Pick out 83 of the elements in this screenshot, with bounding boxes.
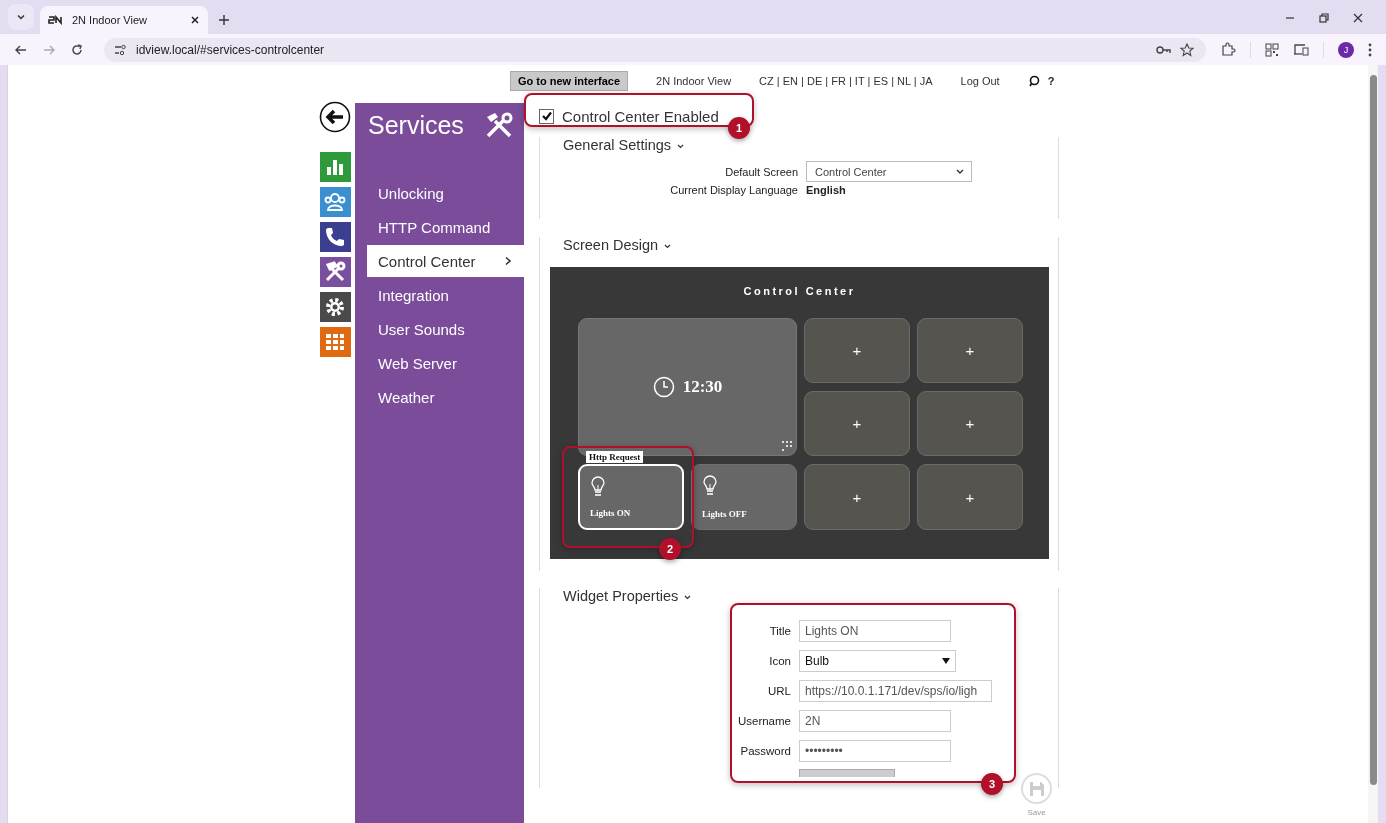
sidebar-item[interactable]: User Sounds xyxy=(355,313,524,345)
field-label: Password xyxy=(739,745,791,757)
section-heading[interactable]: General Settings xyxy=(563,137,671,153)
logout-link[interactable]: Log Out xyxy=(960,75,1000,87)
tab-title: 2N Indoor View xyxy=(72,14,148,26)
checkbox[interactable] xyxy=(539,108,554,124)
clock-time: 12:30 xyxy=(682,377,723,397)
bookmark-star-icon[interactable] xyxy=(1180,42,1194,57)
browser-tab[interactable]: 2N Indoor View xyxy=(40,6,208,34)
sidebar-title: Services xyxy=(368,110,464,140)
chart-icon[interactable] xyxy=(319,152,351,182)
chevron-down-icon xyxy=(16,12,26,22)
new-tab-icon[interactable] xyxy=(218,14,230,26)
enable-checkbox[interactable]: Control Center Enabled xyxy=(539,105,719,127)
resize-handle-icon[interactable] xyxy=(781,440,793,452)
gear-icon[interactable] xyxy=(319,292,351,322)
input-field[interactable]: 2N xyxy=(799,710,951,732)
sidebar-item[interactable]: Weather xyxy=(355,381,524,413)
sidebar-item[interactable]: Integration xyxy=(355,279,524,311)
close-icon[interactable] xyxy=(190,15,200,25)
tools-icon xyxy=(484,111,514,139)
users-icon[interactable] xyxy=(319,187,351,217)
profile-avatar[interactable]: J xyxy=(1338,41,1354,58)
widget-type-tag: Http Request xyxy=(586,451,644,463)
light-widget[interactable]: Lights OFF xyxy=(691,464,797,530)
add-widget-slot[interactable]: + xyxy=(804,318,910,383)
section-heading[interactable]: Screen Design xyxy=(563,237,659,253)
field-label: Current Display Language xyxy=(669,184,798,196)
new-interface-button[interactable]: Go to new interface xyxy=(510,71,629,91)
tools-icon[interactable] xyxy=(319,257,351,287)
widget-title: Lights OFF xyxy=(702,509,747,519)
product-link[interactable]: 2N Indoor View xyxy=(656,75,732,87)
field-label: URL xyxy=(767,685,791,697)
add-widget-slot[interactable]: + xyxy=(804,464,910,530)
dropdown-arrow-icon xyxy=(942,658,950,664)
phone-icon[interactable] xyxy=(319,222,351,252)
menu-icon[interactable] xyxy=(1368,42,1372,57)
chevron-down-icon[interactable] xyxy=(684,594,692,600)
field-label: Title xyxy=(768,625,791,637)
language-value: English xyxy=(806,184,846,196)
widget-title: Lights ON xyxy=(590,508,631,518)
sidebar-item[interactable]: Unlocking xyxy=(355,177,524,209)
sidebar-item[interactable]: Web Server xyxy=(355,347,524,379)
icon-select[interactable]: Bulb xyxy=(799,650,956,672)
extensions-icon[interactable] xyxy=(1220,41,1236,58)
input-field[interactable]: Lights ON xyxy=(799,620,951,642)
add-widget-slot[interactable]: + xyxy=(804,391,910,456)
restore-icon[interactable] xyxy=(1318,12,1330,24)
clock-icon xyxy=(652,376,675,398)
key-icon[interactable] xyxy=(1156,43,1172,56)
chevron-down-icon[interactable] xyxy=(664,243,672,249)
chevron-down-icon[interactable] xyxy=(677,143,684,149)
field-label: Default Screen xyxy=(724,165,798,178)
bulb-icon xyxy=(702,475,718,497)
input-field[interactable]: ••••••••• xyxy=(799,740,951,762)
address-bar[interactable]: idview.local/#services-controlcenter xyxy=(104,37,1206,62)
input-field[interactable]: https://10.0.1.171/dev/sps/io/ligh xyxy=(799,680,992,702)
site-settings-icon[interactable] xyxy=(114,42,128,57)
scrollbar[interactable] xyxy=(1368,65,1378,823)
close-icon[interactable] xyxy=(1352,12,1364,24)
add-widget-slot[interactable]: + xyxy=(917,318,1023,383)
field-label: Icon xyxy=(768,655,791,667)
preview-title: Control Center xyxy=(742,284,857,299)
chevron-right-icon xyxy=(504,256,512,266)
sidebar-item[interactable]: Control Center xyxy=(367,245,524,277)
section-heading[interactable]: Widget Properties xyxy=(563,588,679,604)
sidebar-item[interactable]: HTTP Command xyxy=(355,211,524,243)
save-label: Save xyxy=(1027,808,1046,817)
back-icon[interactable] xyxy=(319,101,351,133)
chevron-down-icon xyxy=(955,167,965,176)
default-screen-select[interactable]: Control Center xyxy=(806,161,972,182)
language-links[interactable]: CZ | EN | DE | FR | IT | ES | NL | JA xyxy=(759,75,933,87)
add-widget-slot[interactable]: + xyxy=(917,464,1023,530)
chat-icon[interactable] xyxy=(1027,75,1040,87)
add-widget-slot[interactable]: + xyxy=(917,391,1023,456)
reload-icon[interactable] xyxy=(70,42,84,57)
qr-code-icon[interactable] xyxy=(1265,42,1279,57)
grid-icon[interactable] xyxy=(319,327,351,357)
help-link[interactable]: ? xyxy=(1047,75,1055,87)
bulb-icon xyxy=(590,476,606,498)
light-widget[interactable]: Lights ON xyxy=(578,464,684,530)
field-label: Username xyxy=(736,715,791,727)
devices-icon[interactable] xyxy=(1293,42,1309,57)
